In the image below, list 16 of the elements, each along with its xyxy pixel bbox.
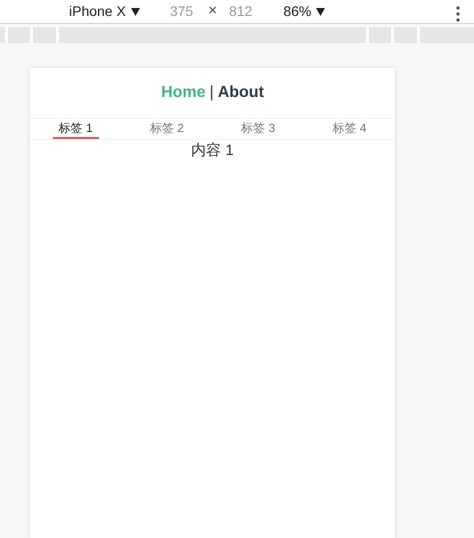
height-value[interactable]: 812 bbox=[228, 1, 252, 22]
tab[interactable]: 标签 1 bbox=[52, 119, 99, 139]
nav-separator: | bbox=[210, 83, 214, 103]
width-value[interactable]: 375 bbox=[170, 1, 194, 22]
caret-icon bbox=[316, 8, 326, 16]
tab[interactable]: 标签 3 bbox=[235, 119, 282, 139]
zoom-select[interactable]: 86% bbox=[283, 1, 326, 22]
nav-link[interactable]: Home bbox=[161, 81, 206, 105]
device-select[interactable]: iPhone X bbox=[69, 1, 140, 22]
nav-link[interactable]: About bbox=[218, 81, 264, 105]
tab-content: 内容 1 bbox=[191, 141, 234, 161]
times-sign: × bbox=[208, 1, 217, 22]
more-icon[interactable] bbox=[456, 6, 460, 22]
tab[interactable]: 标签 4 bbox=[326, 119, 372, 139]
tab[interactable]: 标签 2 bbox=[144, 119, 190, 139]
caret-icon bbox=[130, 8, 140, 16]
